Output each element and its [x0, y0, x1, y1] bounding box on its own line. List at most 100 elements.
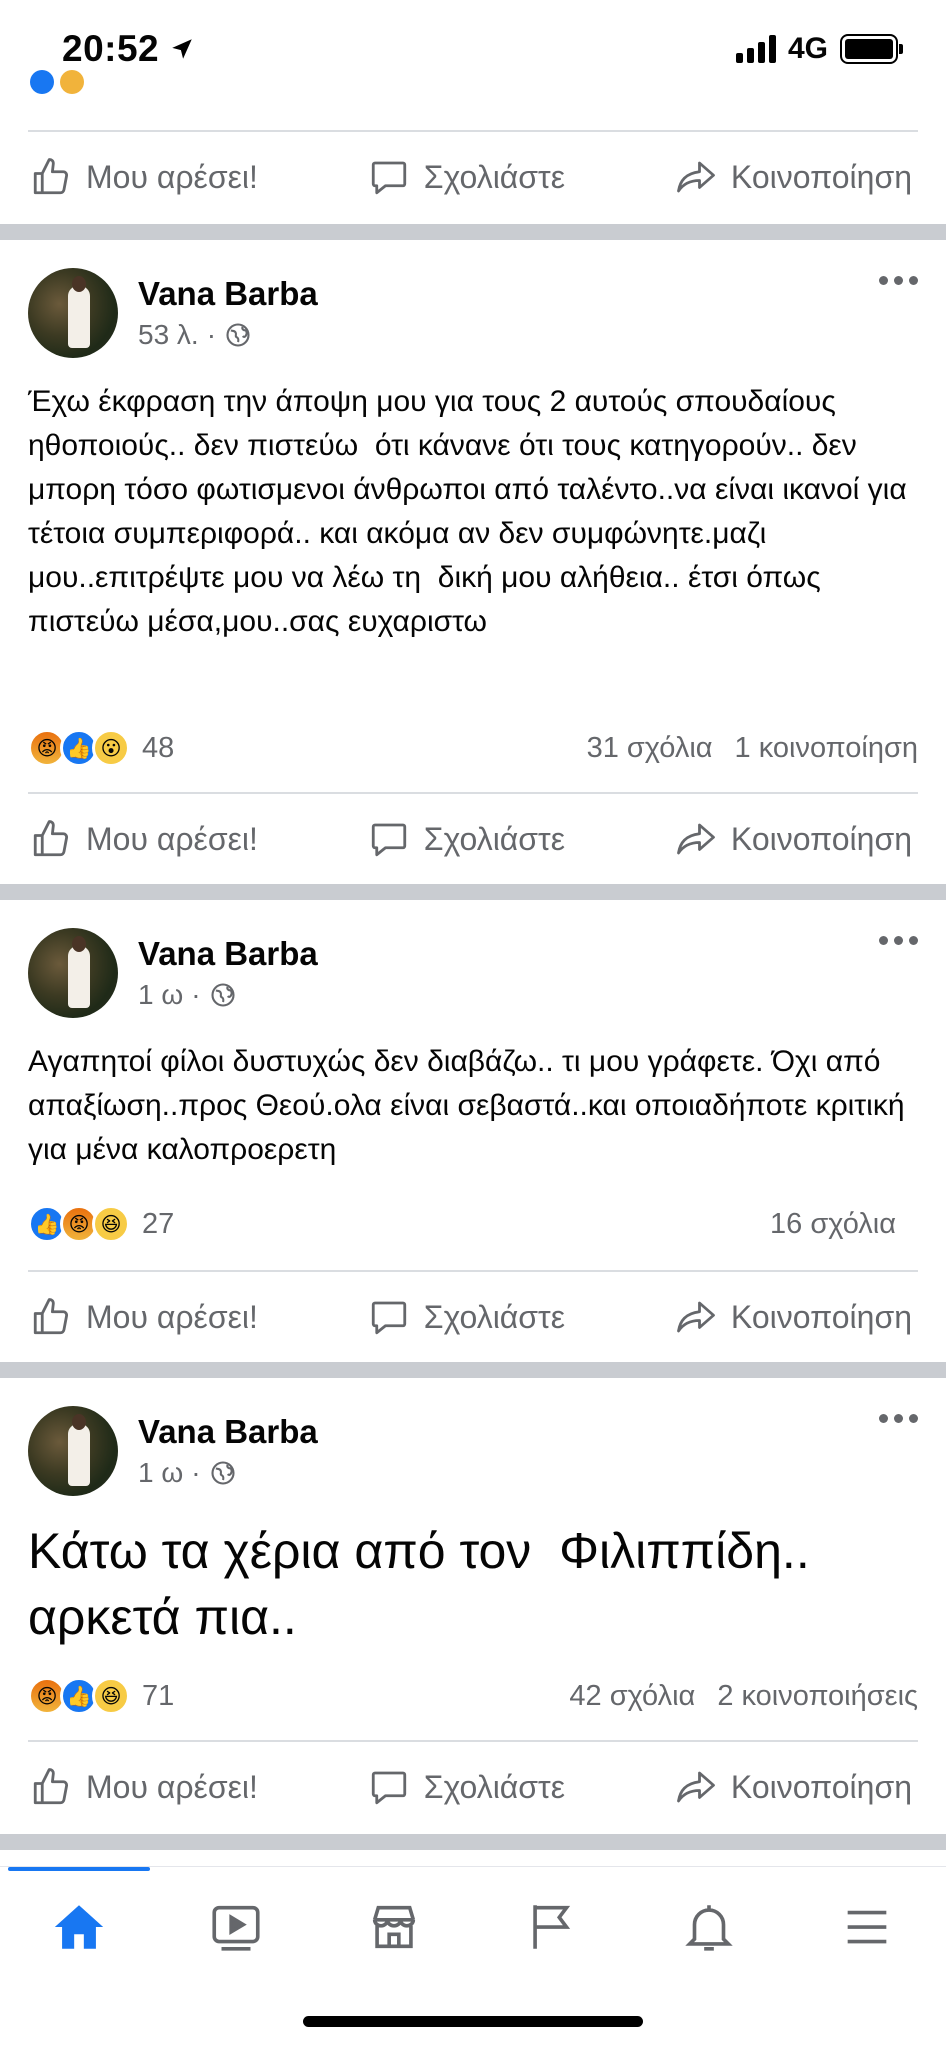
feed-post: Vana Barba 1 ω · Αγαπητοί φίλοι δυστυχώς…: [0, 900, 946, 1360]
post-time[interactable]: 53 λ.: [138, 319, 199, 351]
home-icon: [54, 1905, 103, 1949]
share-label: Κοινοποίηση: [730, 1768, 912, 1805]
like-label: Μου αρέσει!: [86, 1298, 258, 1335]
reactions-summary[interactable]: 😡 👍 😮 48 31 σχόλια 1 κοινοποίηση: [28, 726, 918, 770]
comment-count[interactable]: 31 σχόλια: [587, 732, 713, 765]
watch-icon: [212, 1905, 261, 1951]
thumbs-up-icon: [33, 1298, 69, 1335]
menu-icon: [847, 1910, 887, 1944]
nav-pages[interactable]: [497, 1887, 607, 1967]
clock: 20:52: [62, 28, 160, 69]
share-button[interactable]: Κοινοποίηση: [675, 1296, 912, 1338]
author-name[interactable]: Vana Barba: [138, 1413, 318, 1451]
comment-label: Σχολιάστε: [423, 158, 565, 195]
reactions-summary[interactable]: 😡 👍 😆 71 42 σχόλια 2 κοινοποιήσεις: [28, 1674, 918, 1718]
more-options-button[interactable]: [879, 936, 918, 945]
meta-separator: ·: [206, 319, 217, 350]
share-button[interactable]: Κοινοποίηση: [675, 156, 912, 198]
marketplace-icon: [372, 1905, 416, 1949]
post-time[interactable]: 1 ω: [138, 979, 183, 1011]
feed-separator: [0, 884, 946, 900]
feed-post: Vana Barba 1 ω · Κάτω τα χέρια από τον Φ…: [0, 1378, 946, 1848]
status-time: 20:52: [62, 28, 195, 70]
like-label: Μου αρέσει!: [86, 820, 258, 857]
nav-menu[interactable]: [812, 1887, 922, 1967]
like-button[interactable]: Μου αρέσει!: [30, 156, 258, 198]
share-count[interactable]: 2 κοινοποιήσεις: [717, 1680, 918, 1713]
like-button[interactable]: Μου αρέσει!: [30, 1766, 258, 1808]
feed-post: Vana Barba 53 λ. · Έχω έκφραση την άποψη…: [0, 240, 946, 890]
comment-button[interactable]: Σχολιάστε: [368, 1296, 565, 1338]
comment-button[interactable]: Σχολιάστε: [368, 1766, 565, 1808]
globe-icon: [210, 1461, 235, 1485]
reactions-summary[interactable]: 👍 😡 😆 27 16 σχόλια: [28, 1202, 918, 1246]
reaction-count: 27: [142, 1207, 175, 1240]
author-name[interactable]: Vana Barba: [138, 275, 318, 313]
share-button[interactable]: Κοινοποίηση: [675, 818, 912, 860]
nav-watch[interactable]: [181, 1887, 291, 1967]
home-indicator-bar[interactable]: [303, 2016, 643, 2027]
active-tab-indicator: [8, 1867, 150, 1871]
reaction-count: 71: [142, 1679, 175, 1712]
previous-post-remnant: [0, 70, 946, 108]
network-type: 4G: [787, 32, 828, 65]
avatar[interactable]: [28, 928, 118, 1018]
location-arrow-icon: [172, 39, 192, 59]
share-label: Κοινοποίηση: [730, 1298, 912, 1335]
share-count[interactable]: 1 κοινοποίηση: [735, 732, 918, 765]
avatar[interactable]: [28, 1406, 118, 1496]
notifications-bell-icon: [685, 1905, 734, 1951]
comment-bubble-icon: [371, 161, 406, 195]
nav-home[interactable]: [24, 1887, 134, 1967]
more-options-button[interactable]: [879, 1414, 918, 1423]
share-label: Κοινοποίηση: [730, 158, 912, 195]
avatar[interactable]: [28, 268, 118, 358]
haha-reaction-icon: 😆: [92, 1205, 130, 1243]
post-action-bar: Μου αρέσει! Σχολιάστε Κοινοποίηση: [0, 1742, 946, 1832]
post-time[interactable]: 1 ω: [138, 1457, 183, 1489]
nav-notifications[interactable]: [654, 1887, 764, 1967]
wow-reaction-icon: 😮: [92, 729, 130, 767]
globe-icon: [226, 323, 250, 347]
pages-flag-icon: [533, 1905, 570, 1949]
post-text: Αγαπητοί φίλοι δυστυχώς δεν διαβάζω.. τι…: [28, 1045, 913, 1166]
share-arrow-icon: [677, 1771, 715, 1803]
author-name[interactable]: Vana Barba: [138, 935, 318, 973]
comment-bubble-icon: [371, 823, 406, 857]
comment-count[interactable]: 16 σχόλια: [770, 1208, 896, 1241]
like-reaction-icon: [30, 70, 54, 94]
status-indicators: 4G: [735, 32, 903, 66]
more-options-button[interactable]: [879, 276, 918, 285]
previous-post-action-bar: Μου αρέσει! Σχολιάστε Κοινοποίηση: [0, 132, 946, 222]
share-button[interactable]: Κοινοποίηση: [675, 1766, 912, 1808]
post-header: Vana Barba 1 ω ·: [28, 928, 318, 1018]
comment-button[interactable]: Σχολιάστε: [368, 156, 565, 198]
thumbs-up-icon: [33, 820, 69, 857]
share-arrow-icon: [677, 161, 715, 193]
globe-icon: [210, 983, 235, 1007]
share-arrow-icon: [677, 1301, 715, 1333]
feed-separator: [0, 224, 946, 240]
post-meta: 53 λ. ·: [138, 319, 318, 351]
meta-separator: ·: [191, 1457, 201, 1488]
like-label: Μου αρέσει!: [86, 158, 258, 195]
post-action-bar: Μου αρέσει! Σχολιάστε Κοινοποίηση: [0, 1272, 946, 1362]
post-header: Vana Barba 53 λ. ·: [28, 268, 318, 358]
post-header: Vana Barba 1 ω ·: [28, 1406, 318, 1496]
thumbs-up-icon: [33, 158, 69, 195]
feed-separator: [0, 1362, 946, 1378]
comment-bubble-icon: [371, 1301, 406, 1335]
battery-icon: [840, 34, 903, 64]
post-meta: 1 ω ·: [138, 979, 318, 1011]
post-meta: 1 ω ·: [138, 1457, 318, 1489]
comment-button[interactable]: Σχολιάστε: [368, 818, 565, 860]
comment-count[interactable]: 42 σχόλια: [569, 1680, 695, 1713]
comment-label: Σχολιάστε: [423, 1768, 565, 1805]
comment-bubble-icon: [371, 1771, 406, 1805]
feed-separator: [0, 1834, 946, 1850]
nav-marketplace[interactable]: [339, 1887, 449, 1967]
post-text: Κάτω τα χέρια από τον Φιλιππίδη.. αρκετά…: [28, 1523, 824, 1645]
like-button[interactable]: Μου αρέσει!: [30, 1296, 258, 1338]
like-button[interactable]: Μου αρέσει!: [30, 818, 258, 860]
haha-reaction-icon: 😆: [92, 1677, 130, 1715]
